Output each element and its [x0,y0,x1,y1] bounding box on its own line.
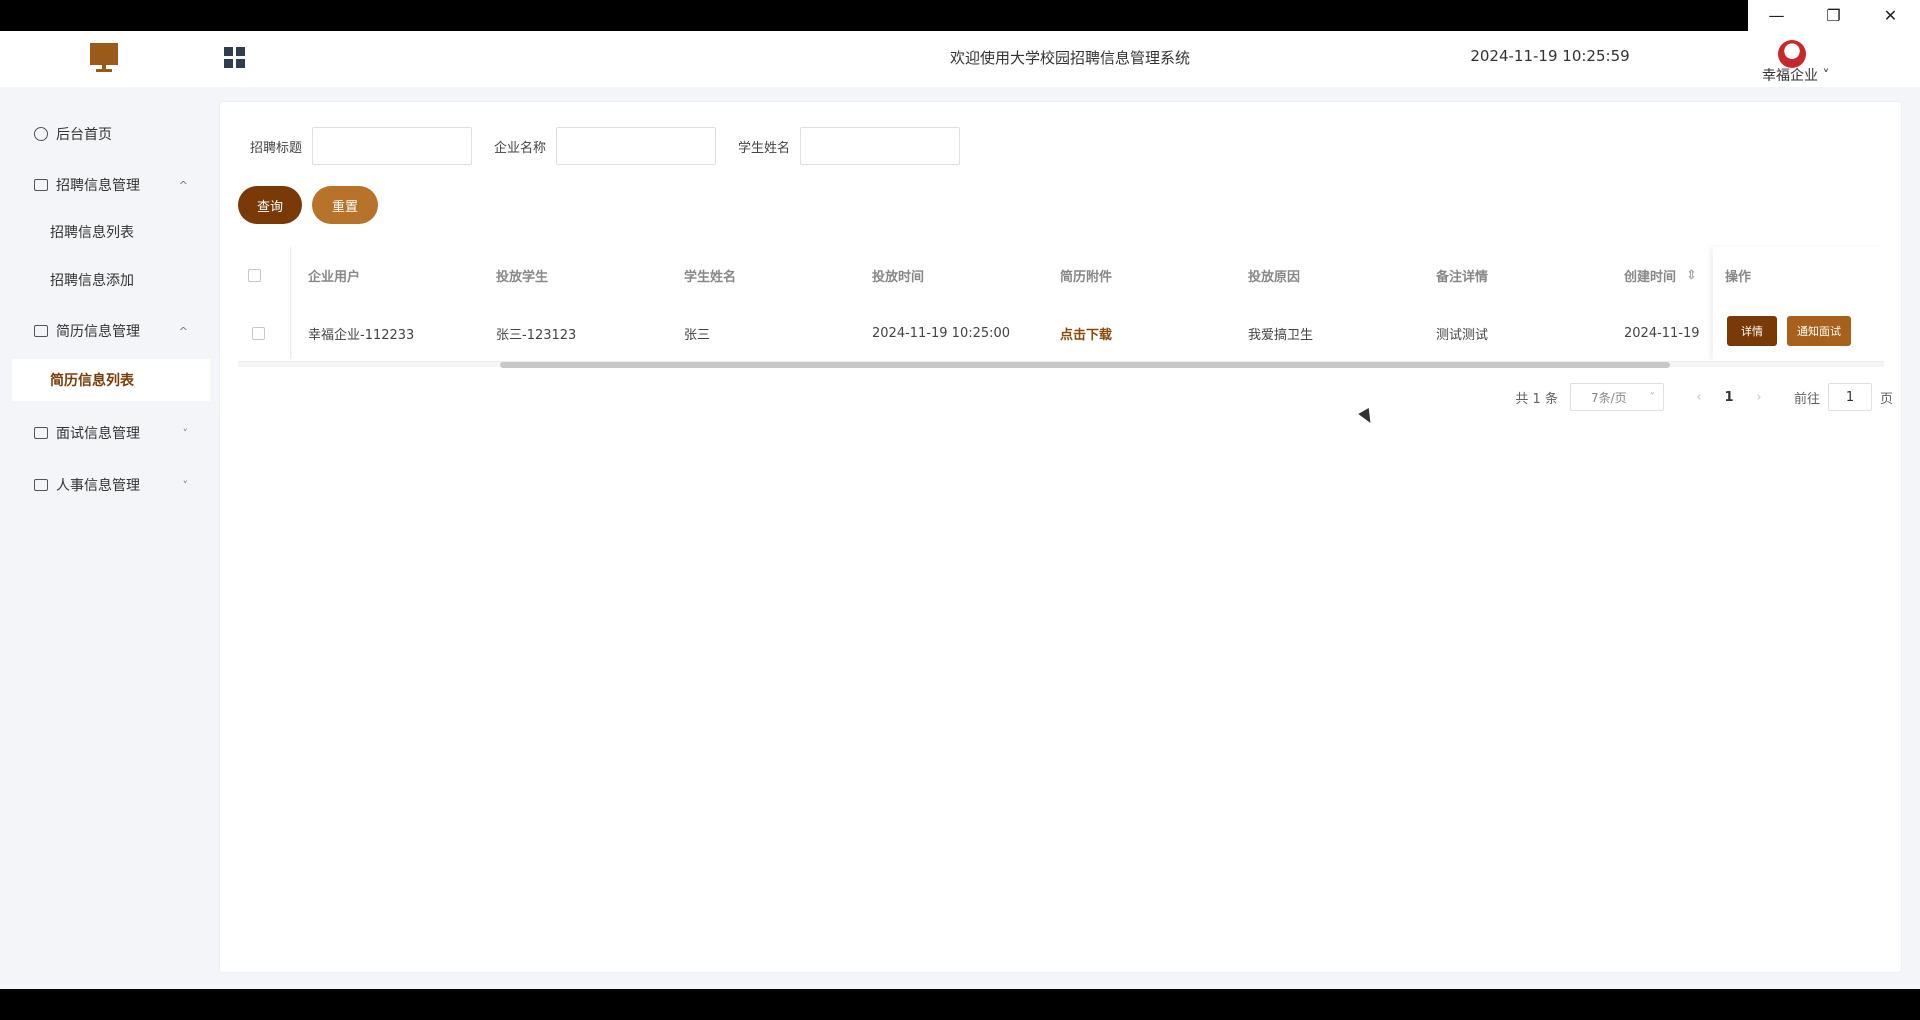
row-checkbox[interactable] [252,326,265,340]
table-header: 企业用户 投放学生 学生姓名 投放时间 简历附件 投放原因 备注详情 创建时间 … [238,247,1884,303]
close-icon[interactable]: ✕ [1862,0,1919,31]
chevron-down-icon: ˅ [182,426,189,440]
resume-table: 企业用户 投放学生 学生姓名 投放时间 简历附件 投放原因 备注详情 创建时间 … [238,247,1884,368]
table-row: 幸福企业-112233 张三-123123 张三 2024-11-19 10:2… [238,303,1884,363]
col-reason: 投放原因 [1248,269,1301,285]
chevron-down-icon: ˅ [182,478,189,492]
sidebar-item-label: 面试信息管理 [56,426,140,442]
page-size-value: 7条/页 [1590,390,1627,405]
top-header: 欢迎使用大学校园招聘信息管理系统 2024-11-19 10:25:59 幸福企… [0,31,1920,87]
col-name: 学生姓名 [684,269,737,285]
search-input-student[interactable] [800,127,961,165]
card-icon [34,479,48,491]
scrollbar-thumb[interactable] [500,362,1670,368]
actions-column: 操作 详情 通知面试 [1713,247,1884,361]
cell-company: 幸福企业-112233 [308,327,415,343]
sidebar-item-label: 简历信息管理 [56,324,140,340]
sidebar-item-label: 招聘信息添加 [50,273,134,289]
sidebar-item-home[interactable]: 后台首页 [0,110,210,158]
goto-page-input[interactable]: 1 [1827,383,1872,411]
col-company: 企业用户 [308,269,361,285]
chevron-up-icon: ^ [178,178,188,192]
col-remark: 备注详情 [1436,269,1489,285]
cell-time: 2024-11-19 10:25:00 [872,325,1011,341]
search-actions: 查询 重置 [238,186,388,224]
sidebar-item-interview-mgmt[interactable]: 面试信息管理 ˅ [0,409,210,457]
col-time: 投放时间 [872,269,925,285]
horizontal-scrollbar[interactable] [238,361,1884,368]
sidebar-item-hr-mgmt[interactable]: 人事信息管理 ˅ [0,461,210,509]
main-panel: 招聘标题 企业名称 学生姓名 查询 重置 企业用户 投放学生 学生姓名 投放时间… [219,101,1902,973]
restore-icon[interactable]: ❐ [1805,0,1862,31]
col-student: 投放学生 [496,269,549,285]
cell-name: 张三 [684,327,711,343]
header-datetime: 2024-11-19 10:25:59 [1470,47,1630,65]
avatar[interactable] [1778,40,1806,68]
grid-menu-icon[interactable] [224,47,245,68]
minimize-icon[interactable]: — [1748,0,1805,31]
notify-interview-button[interactable]: 通知面试 [1787,316,1851,346]
cell-student: 张三-123123 [496,327,577,343]
sort-icon[interactable]: ⇕ [1686,268,1697,283]
page-title: 欢迎使用大学校园招聘信息管理系统 [949,49,1190,67]
search-label-title: 招聘标题 [250,140,303,156]
app-root: 欢迎使用大学校园招聘信息管理系统 2024-11-19 10:25:59 幸福企… [0,31,1920,989]
sidebar-item-recruit-add[interactable]: 招聘信息添加 [0,259,210,301]
sidebar-item-resume-mgmt[interactable]: 简历信息管理 ^ [0,307,210,355]
os-titlebar: — ❐ ✕ [0,0,1920,31]
search-input-company[interactable] [556,127,717,165]
sidebar-item-recruit-mgmt[interactable]: 招聘信息管理 ^ [0,161,210,209]
monitor-logo-icon [90,43,118,73]
prev-page-button[interactable]: ‹ [1684,390,1714,405]
chevron-up-icon: ^ [178,324,188,338]
sidebar: 后台首页 招聘信息管理 ^ 招聘信息列表 招聘信息添加 简历信息管理 ^ 简历信… [0,87,210,989]
window-controls: — ❐ ✕ [1748,0,1920,31]
search-input-title[interactable] [312,127,473,165]
page-number-current[interactable]: 1 [1714,390,1744,405]
select-all-checkbox[interactable] [248,268,261,282]
sidebar-item-recruit-list[interactable]: 招聘信息列表 [0,211,210,253]
sidebar-item-label: 招聘信息管理 [56,178,140,194]
reset-button[interactable]: 重置 [312,186,378,224]
query-button[interactable]: 查询 [238,186,302,224]
goto-label: 前往 [1793,391,1820,407]
sidebar-item-label: 招聘信息列表 [50,225,134,241]
power-icon [34,127,48,141]
chevron-down-icon: ˅ [1649,391,1655,403]
total-count: 共 1 条 [1515,391,1558,407]
col-actions: 操作 [1725,270,1752,285]
cell-created: 2024-11-19 [1624,325,1700,341]
col-attachment: 简历附件 [1060,269,1113,285]
cell-reason: 我爱搞卫生 [1248,327,1314,343]
next-page-button[interactable]: › [1744,390,1774,405]
sidebar-item-label: 后台首页 [56,127,112,143]
download-link[interactable]: 点击下载 [1060,324,1112,343]
sidebar-item-resume-list[interactable]: 简历信息列表 [12,359,210,401]
detail-button[interactable]: 详情 [1727,316,1777,346]
page-size-select[interactable]: 7条/页 ˅ [1569,383,1664,411]
card-icon [34,427,48,439]
pagination: 共 1 条 7条/页 ˅ ‹ 1 › 前往 1 页 [1515,382,1893,412]
cell-remark: 测试测试 [1436,327,1489,343]
page-suffix: 页 [1879,391,1893,407]
sidebar-item-label: 人事信息管理 [56,478,140,494]
sidebar-item-label: 简历信息列表 [50,373,134,389]
card-icon [34,325,48,337]
search-label-company: 企业名称 [494,140,547,156]
col-created[interactable]: 创建时间 [1624,266,1676,285]
card-icon [34,179,48,191]
user-dropdown[interactable]: 幸福企业 ˅ [1762,65,1829,85]
search-bar: 招聘标题 企业名称 学生姓名 [250,127,982,165]
fixed-column-divider [290,247,292,359]
search-label-student: 学生姓名 [738,140,791,156]
